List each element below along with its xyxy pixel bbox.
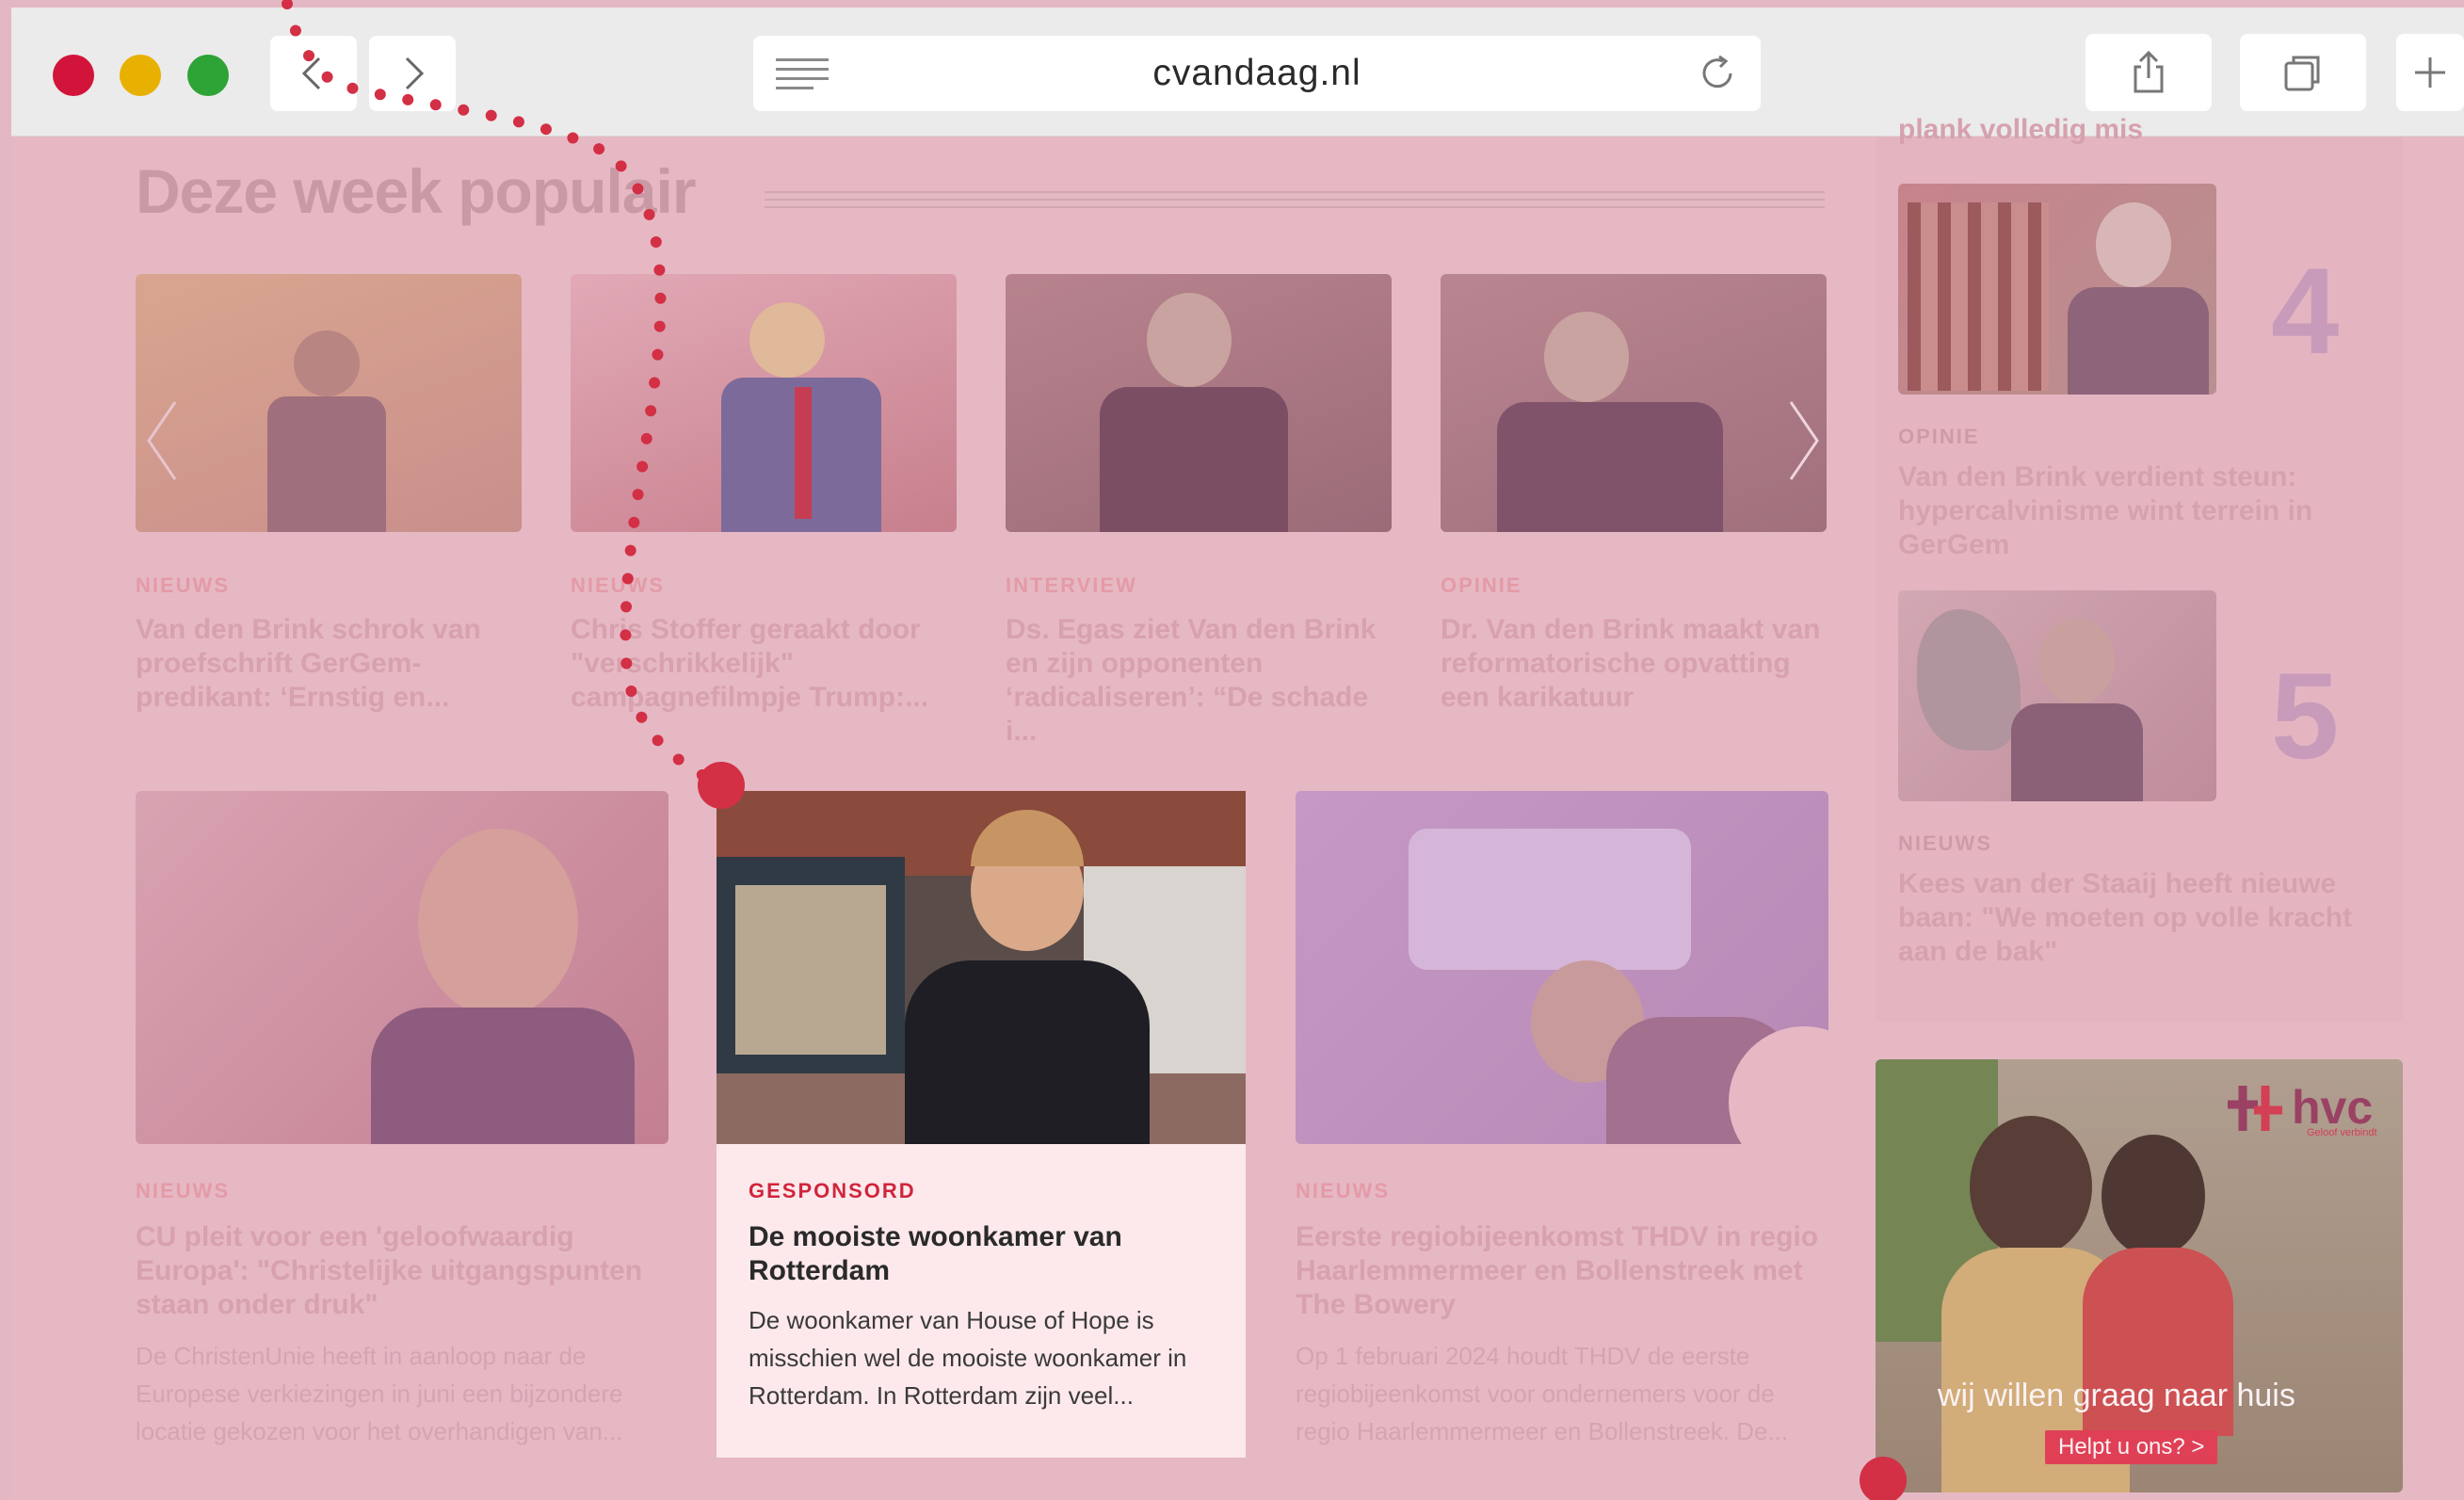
back-button[interactable] bbox=[270, 36, 357, 111]
carousel-next-arrow[interactable] bbox=[1785, 398, 1823, 483]
chevron-left-icon bbox=[301, 56, 321, 90]
tabs-overview-button[interactable] bbox=[2240, 34, 2366, 111]
share-button[interactable] bbox=[2086, 34, 2212, 111]
popular-sidebar: plank volledig mis 4 OPINIE Van den Brin… bbox=[1876, 114, 2403, 1022]
close-window-button[interactable] bbox=[53, 55, 94, 96]
article-headline[interactable]: Eerste regiobijeenkomst THDV in regio Ha… bbox=[1296, 1220, 1823, 1322]
rank-number: 5 bbox=[2271, 647, 2340, 784]
article-headline[interactable]: De mooiste woonkamer van Rotterdam bbox=[749, 1220, 1219, 1288]
article-category: NIEUWS bbox=[1296, 1179, 1390, 1202]
side-article-thumbnail[interactable] bbox=[1898, 184, 2216, 395]
article-category: NIEUWS bbox=[1898, 831, 1992, 855]
title-rule bbox=[765, 199, 1825, 201]
article-headline[interactable]: Kees van der Staaij heeft nieuwe baan: "… bbox=[1898, 867, 2388, 969]
article-category: OPINIE bbox=[1441, 573, 1522, 597]
article-thumbnail[interactable] bbox=[717, 791, 1246, 1144]
carousel-prev-arrow[interactable] bbox=[143, 398, 181, 483]
rank-number: 4 bbox=[2271, 242, 2340, 379]
carousel-card[interactable]: NIEUWS Van den Brink schrok van proefsch… bbox=[136, 274, 522, 713]
zoom-window-button[interactable] bbox=[187, 55, 229, 96]
section-title: Deze week populair bbox=[136, 156, 697, 226]
article-card[interactable]: NIEUWS CU pleit voor een 'geloofwaardig … bbox=[136, 791, 668, 1469]
browser-window: cvandaag.nl Deze week populair NIEUWS Va… bbox=[11, 8, 2464, 1500]
article-category: NIEUWS bbox=[571, 573, 665, 597]
plus-icon bbox=[2415, 57, 2445, 88]
new-tab-button[interactable] bbox=[2396, 34, 2464, 111]
title-rule bbox=[765, 206, 1825, 208]
article-description: De ChristenUnie heeft in aanloop naar de… bbox=[136, 1342, 623, 1445]
carousel-card[interactable]: NIEUWS Chris Stoffer geraakt door "versc… bbox=[571, 274, 957, 713]
article-headline[interactable]: Van den Brink schrok van proefschrift Ge… bbox=[136, 613, 512, 715]
reload-icon[interactable] bbox=[1697, 53, 1738, 94]
carousel-card[interactable]: OPINIE Dr. Van den Brink maakt van refor… bbox=[1441, 274, 1827, 713]
address-bar[interactable]: cvandaag.nl bbox=[753, 36, 1761, 111]
article-thumbnail[interactable] bbox=[571, 274, 957, 532]
article-headline[interactable]: Chris Stoffer geraakt door "verschrikkel… bbox=[571, 613, 947, 715]
article-description: De woonkamer van House of Hope is missch… bbox=[749, 1306, 1187, 1410]
article-headline[interactable]: CU pleit voor een 'geloofwaardig Europa'… bbox=[136, 1220, 663, 1322]
article-headline[interactable]: Van den Brink verdient steun: hypercalvi… bbox=[1898, 460, 2388, 562]
url-text[interactable]: cvandaag.nl bbox=[753, 53, 1761, 94]
forward-button[interactable] bbox=[369, 36, 456, 111]
article-thumbnail[interactable] bbox=[136, 791, 668, 1144]
article-category: NIEUWS bbox=[136, 573, 230, 597]
article-description: Op 1 februari 2024 houdt THDV de eerste … bbox=[1296, 1342, 1789, 1445]
article-category: NIEUWS bbox=[136, 1179, 230, 1202]
title-rule bbox=[765, 191, 1825, 193]
article-thumbnail[interactable] bbox=[1296, 791, 1828, 1144]
chevron-right-icon bbox=[405, 56, 425, 90]
article-thumbnail[interactable] bbox=[1006, 274, 1392, 532]
article-category: INTERVIEW bbox=[1006, 573, 1137, 597]
article-headline[interactable]: Dr. Van den Brink maakt van reformatoris… bbox=[1441, 613, 1827, 715]
article-category: OPINIE bbox=[1898, 425, 1980, 448]
web-page: Deze week populair NIEUWS Van den Brink … bbox=[11, 114, 2464, 1500]
article-thumbnail[interactable] bbox=[1441, 274, 1827, 532]
side-headline-fragment[interactable]: plank volledig mis bbox=[1898, 114, 2143, 146]
sponsored-article-card[interactable]: GESPONSORD De mooiste woonkamer van Rott… bbox=[717, 791, 1246, 1458]
side-article-thumbnail[interactable] bbox=[1898, 590, 2216, 801]
tabs-icon bbox=[2284, 56, 2320, 91]
article-category: GESPONSORD bbox=[749, 1179, 916, 1202]
article-card[interactable]: NIEUWS Eerste regiobijeenkomst THDV in r… bbox=[1296, 791, 1828, 1469]
article-thumbnail[interactable] bbox=[136, 274, 522, 532]
minimize-window-button[interactable] bbox=[120, 55, 161, 96]
advertisement-banner[interactable]: hvc Geloof verbindt wij willen graag naa… bbox=[1876, 1059, 2403, 1492]
share-icon bbox=[2134, 50, 2164, 93]
article-headline[interactable]: Ds. Egas ziet Van den Brink en zijn oppo… bbox=[1006, 613, 1392, 749]
carousel-card[interactable]: INTERVIEW Ds. Egas ziet Van den Brink en… bbox=[1006, 274, 1392, 747]
